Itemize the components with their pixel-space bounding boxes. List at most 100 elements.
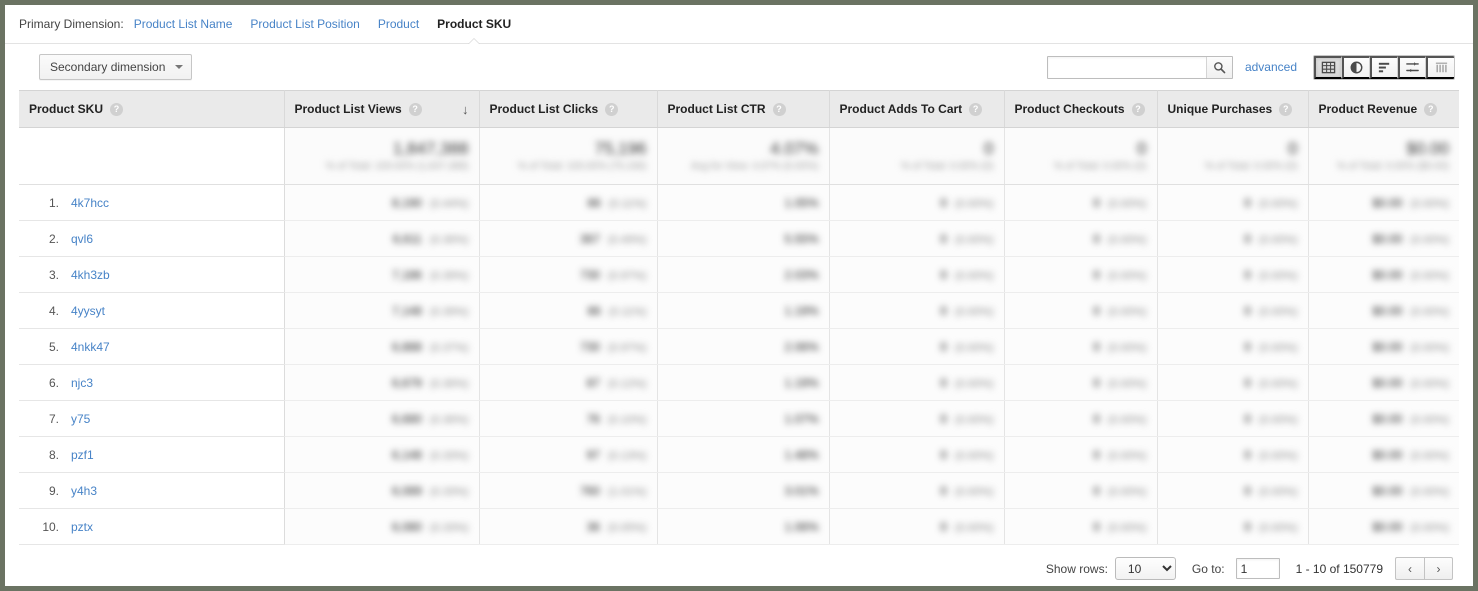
metric-value: $0.00	[1372, 339, 1403, 354]
metric-cell: 0 (0.00%)	[1004, 184, 1158, 221]
metric-cell: 0 (0.00%)	[1157, 256, 1309, 293]
column-header-product-list-ctr[interactable]: Product List CTR ?	[657, 90, 830, 128]
metric-cell: 0 (0.00%)	[1157, 436, 1309, 473]
metric-percent: (0.00%)	[1258, 413, 1298, 426]
performance-view-button[interactable]	[1398, 55, 1426, 79]
metric-value: 1.48%	[784, 447, 819, 462]
metric-cell: 6,679 (0.36%)	[284, 364, 480, 401]
dimension-tab-product-sku[interactable]: Product SKU	[437, 17, 511, 31]
metric-value: 0	[940, 339, 947, 354]
metric-cell: 0 (0.00%)	[1157, 400, 1309, 437]
table-view-button[interactable]	[1314, 55, 1342, 79]
metric-value: $0.00	[1372, 411, 1403, 426]
metric-value: 2.03%	[784, 267, 819, 282]
metric-value: 730	[579, 339, 600, 354]
sku-link[interactable]: njc3	[71, 376, 93, 390]
row-index: 6.	[48, 375, 59, 390]
column-header-product-sku[interactable]: Product SKU ?	[19, 90, 285, 128]
metric-value: 6,888	[391, 339, 422, 354]
previous-page-button[interactable]: ‹	[1395, 557, 1424, 580]
help-icon[interactable]: ?	[605, 102, 619, 116]
summary-metric-subtitle: % of Total: 0.00% (0)	[1053, 161, 1147, 173]
column-header-product-checkouts[interactable]: Product Checkouts ?	[1004, 90, 1158, 128]
sku-link[interactable]: pztx	[71, 520, 93, 534]
metric-value: $0.00	[1372, 267, 1403, 282]
help-icon[interactable]: ?	[408, 102, 422, 116]
help-icon[interactable]: ?	[110, 102, 124, 116]
metric-percent: (0.00%)	[954, 449, 994, 462]
metric-cell: 6,089 (0.33%)	[284, 472, 480, 509]
sku-link[interactable]: 4k7hcc	[71, 196, 109, 210]
search-button[interactable]	[1205, 56, 1232, 78]
row-index: 9.	[48, 483, 59, 498]
sku-link[interactable]: 4kh3zb	[71, 268, 110, 282]
help-icon[interactable]: ?	[772, 102, 786, 116]
metric-percent: (0.00%)	[1258, 269, 1298, 282]
row-index: 4.	[48, 303, 59, 318]
metric-cell: 6,888 (0.37%)	[284, 328, 480, 365]
metric-value: 5.55%	[784, 231, 819, 246]
sku-link[interactable]: 4yysyt	[71, 304, 105, 318]
sku-link[interactable]: 4nkk47	[71, 340, 110, 354]
metric-value: 0	[1093, 267, 1100, 282]
sku-link[interactable]: qvl6	[71, 232, 93, 246]
metric-cell: 730 (0.97%)	[479, 328, 658, 365]
metric-percent: (0.00%)	[954, 413, 994, 426]
metric-cell: 0 (0.00%)	[1004, 436, 1158, 473]
sku-cell: 10. pztx	[19, 508, 285, 545]
report-table-container: Product SKU ? Product List Views ? ↓ Pro…	[5, 90, 1473, 545]
metric-value: 6,089	[391, 483, 422, 498]
column-header-product-list-clicks[interactable]: Product List Clicks ?	[479, 90, 658, 128]
dimension-tab-product-list-name[interactable]: Product List Name	[134, 17, 233, 31]
chevron-down-icon	[175, 65, 184, 69]
metric-value: 1.06%	[784, 519, 819, 534]
metric-cell: 86 (0.11%)	[479, 184, 658, 221]
help-icon[interactable]: ?	[969, 102, 983, 116]
metric-cell: 0 (0.00%)	[829, 400, 1005, 437]
column-header-unique-purchases[interactable]: Unique Purchases ?	[1157, 90, 1309, 128]
help-icon[interactable]: ?	[1279, 102, 1293, 116]
sku-cell: 2. qvl6	[19, 220, 285, 257]
metric-cell: 0 (0.00%)	[829, 472, 1005, 509]
metric-cell: 6,680 (0.36%)	[284, 400, 480, 437]
next-page-button[interactable]: ›	[1424, 557, 1453, 580]
metric-value: 7,148	[391, 303, 422, 318]
column-label: Product Checkouts	[1014, 102, 1125, 116]
go-to-input[interactable]	[1235, 558, 1280, 579]
search-input[interactable]	[1047, 57, 1206, 77]
metric-value: 0	[1244, 267, 1251, 282]
metric-percent: (0.00%)	[1410, 269, 1449, 282]
pie-chart-view-button[interactable]	[1342, 55, 1370, 79]
metric-percent: (0.00%)	[1410, 197, 1449, 210]
summary-metric-cell: 0 % of Total: 0.00% (0)	[1004, 127, 1158, 185]
dimension-tab-product-list-position[interactable]: Product List Position	[250, 17, 359, 31]
column-header-product-revenue[interactable]: Product Revenue ?	[1308, 90, 1459, 128]
sku-link[interactable]: y75	[71, 412, 90, 426]
column-header-product-adds-to-cart[interactable]: Product Adds To Cart ?	[829, 90, 1005, 128]
metric-percent: (0.00%)	[1258, 341, 1298, 354]
help-icon[interactable]: ?	[1424, 102, 1438, 116]
show-rows-select[interactable]: 10255010025050010005000	[1114, 557, 1176, 580]
secondary-dimension-button[interactable]: Secondary dimension	[39, 54, 193, 80]
metric-cell: 0 (0.00%)	[1004, 400, 1158, 437]
sku-link[interactable]: y4h3	[71, 484, 97, 498]
pivot-view-button[interactable]	[1426, 55, 1454, 79]
column-header-product-list-views[interactable]: Product List Views ? ↓	[284, 90, 480, 128]
metric-value: 0	[940, 519, 947, 534]
summary-metric-cell: 4.07% Avg for View: 4.07% (0.00%)	[657, 127, 830, 185]
metric-cell: $0.00 (0.00%)	[1308, 328, 1459, 365]
report-panel: Primary Dimension: Product List Name Pro…	[5, 5, 1473, 586]
help-icon[interactable]: ?	[1131, 102, 1145, 116]
sku-link[interactable]: pzf1	[71, 448, 94, 462]
advanced-link[interactable]: advanced	[1245, 60, 1297, 74]
metric-cell: 0 (0.00%)	[1004, 472, 1158, 509]
performance-view-icon	[1406, 61, 1419, 72]
sku-cell: 7. y75	[19, 400, 285, 437]
bar-chart-view-button[interactable]	[1370, 55, 1398, 79]
metric-percent: (0.97%)	[607, 341, 647, 354]
summary-metric-cell: 75,196 % of Total: 100.00% (75,196)	[479, 127, 658, 185]
metric-cell: 0 (0.00%)	[1157, 220, 1309, 257]
dimension-tab-product[interactable]: Product	[378, 17, 419, 31]
search-box	[1046, 55, 1233, 79]
metric-cell: 97 (0.13%)	[479, 436, 658, 473]
